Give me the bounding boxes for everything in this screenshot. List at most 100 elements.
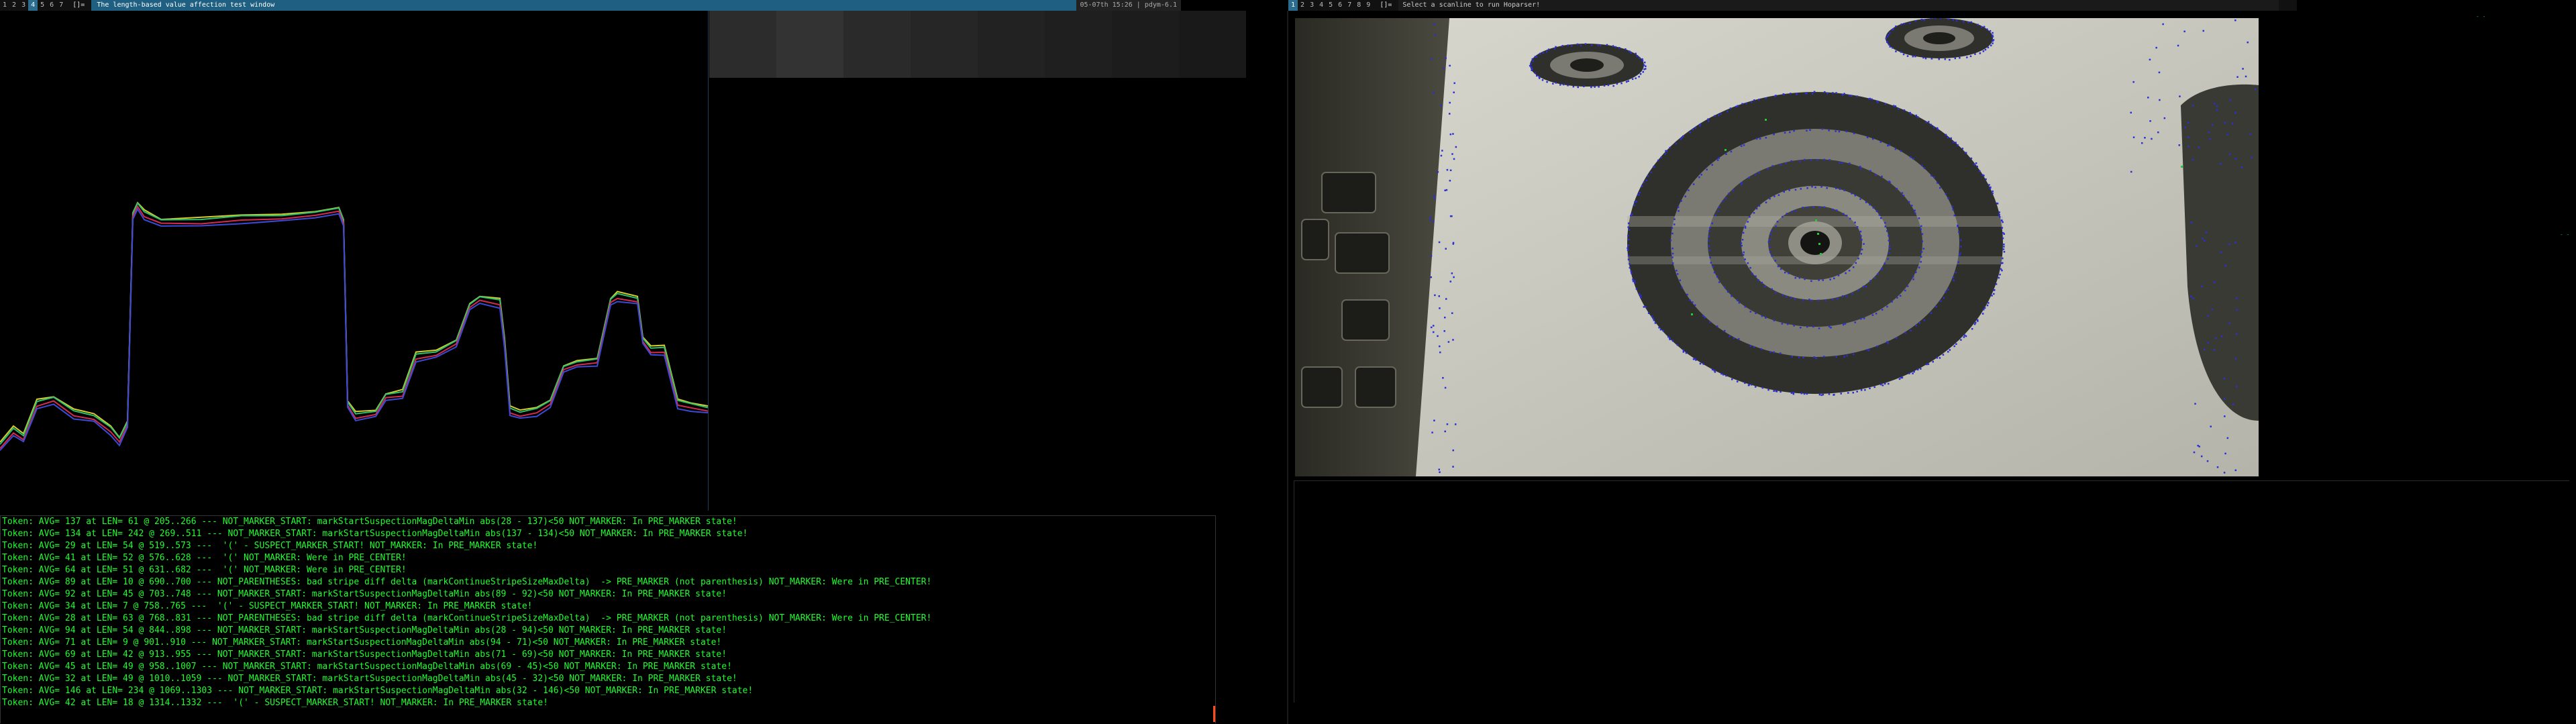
edge-point [1758, 205, 1761, 207]
layout-indicator-left[interactable]: []= [70, 1, 87, 9]
edge-point [1738, 338, 1740, 340]
edge-point [1947, 18, 1950, 20]
edge-point [1818, 207, 1821, 209]
edge-point [1888, 235, 1890, 237]
edge-point [1681, 287, 1683, 289]
workspace-tag[interactable]: 7 [56, 0, 66, 11]
edge-point [1789, 131, 1791, 134]
edge-point [1998, 211, 2000, 213]
edge-point [1627, 80, 1629, 83]
edge-point [2147, 97, 2149, 99]
edge-point [1629, 263, 1631, 265]
empty-terminal-area[interactable] [1294, 480, 2569, 703]
edge-point [1572, 85, 1575, 88]
workspace-tag[interactable]: 5 [1326, 0, 1335, 11]
edge-point [1823, 206, 1826, 209]
workspace-tag[interactable]: 4 [28, 0, 38, 11]
edge-point [1634, 201, 1636, 203]
edge-point [1863, 243, 1865, 245]
edge-point [1444, 189, 1446, 192]
edge-point [1843, 356, 1845, 358]
edge-point [2002, 262, 2004, 264]
edge-point [1750, 101, 1753, 103]
workspace-tag[interactable]: 7 [1345, 0, 1354, 11]
edge-point [1643, 61, 1646, 64]
edge-point [1616, 83, 1618, 85]
edge-point [1680, 138, 1682, 140]
edge-point [1906, 55, 1909, 57]
edge-point [1818, 279, 1820, 281]
edge-point [1452, 339, 1454, 341]
edge-point [2130, 111, 2132, 114]
edge-point [1922, 248, 1925, 250]
text-cursor [1213, 706, 1215, 722]
edge-point [1884, 382, 1886, 385]
edge-point [2216, 466, 2219, 468]
edge-point [1888, 252, 1890, 254]
camera-view[interactable] [1295, 18, 2259, 476]
workspace-tag[interactable]: 5 [38, 0, 47, 11]
edge-point [1880, 217, 1882, 219]
edge-point [1856, 95, 1858, 97]
edge-point [1981, 313, 1984, 315]
edge-point [1716, 159, 1719, 161]
edge-point [1709, 226, 1711, 229]
token-log-pane[interactable]: Token: AVG= 137 at LEN= 61 @ 205..266 --… [0, 515, 1216, 723]
edge-point [1953, 279, 1955, 281]
edge-point [1753, 211, 1755, 214]
scanline-plot-pane[interactable] [0, 11, 709, 511]
layout-indicator-right[interactable]: []= [1377, 1, 1394, 9]
edge-point [1671, 247, 1673, 250]
edge-point [1849, 162, 1851, 164]
edge-point [1744, 382, 1746, 384]
edge-point [2221, 335, 2223, 338]
workspace-tag[interactable]: 6 [47, 0, 56, 11]
workspace-tag[interactable]: 1 [0, 0, 9, 11]
edge-point [1886, 230, 1888, 232]
edge-point [1645, 65, 1647, 68]
edge-point [1643, 64, 1645, 66]
edge-point [1552, 83, 1554, 85]
workspace-tag[interactable]: 2 [9, 0, 19, 11]
edge-point [1698, 176, 1700, 178]
edge-point [1930, 174, 1933, 177]
edge-point [2226, 134, 2228, 136]
edge-point [1782, 93, 1785, 95]
workspace-tag[interactable]: 9 [1363, 0, 1373, 11]
edge-point [2190, 221, 2193, 223]
edge-point [1822, 279, 1824, 281]
edge-point [1793, 325, 1795, 327]
edge-point [1628, 229, 1631, 231]
edge-point [2183, 30, 2185, 33]
edge-point [2130, 170, 2132, 173]
edge-point [1828, 130, 1830, 132]
edge-point [1860, 235, 1862, 237]
edge-point [1901, 192, 1904, 194]
edge-point [1740, 183, 1743, 185]
edge-point [1832, 298, 1834, 301]
edge-point [1531, 58, 1534, 60]
edge-point [2216, 109, 2218, 111]
workspace-tag[interactable]: 8 [1354, 0, 1363, 11]
edge-point [1861, 238, 1863, 241]
workspace-tag[interactable]: 3 [19, 0, 28, 11]
edge-point [1852, 266, 1855, 268]
edge-point [1725, 153, 1727, 155]
edge-point [1813, 356, 1815, 358]
edge-point [1953, 214, 1956, 217]
workspace-tag[interactable]: 4 [1317, 0, 1326, 11]
edge-point [1871, 98, 1873, 101]
edge-point [1433, 23, 1435, 25]
edge-point [1910, 205, 1913, 207]
edge-point [1846, 355, 1848, 357]
workspace-tag[interactable]: 3 [1307, 0, 1317, 11]
edge-point [1996, 203, 1999, 205]
edge-point [2201, 285, 2203, 288]
edge-point [1452, 466, 1454, 468]
workspace-tag[interactable]: 1 [1288, 0, 1298, 11]
edge-point [1754, 173, 1757, 176]
edge-point [2211, 123, 2214, 126]
workspace-tag[interactable]: 6 [1335, 0, 1345, 11]
edge-point [1764, 285, 1766, 288]
workspace-tag[interactable]: 2 [1298, 0, 1307, 11]
